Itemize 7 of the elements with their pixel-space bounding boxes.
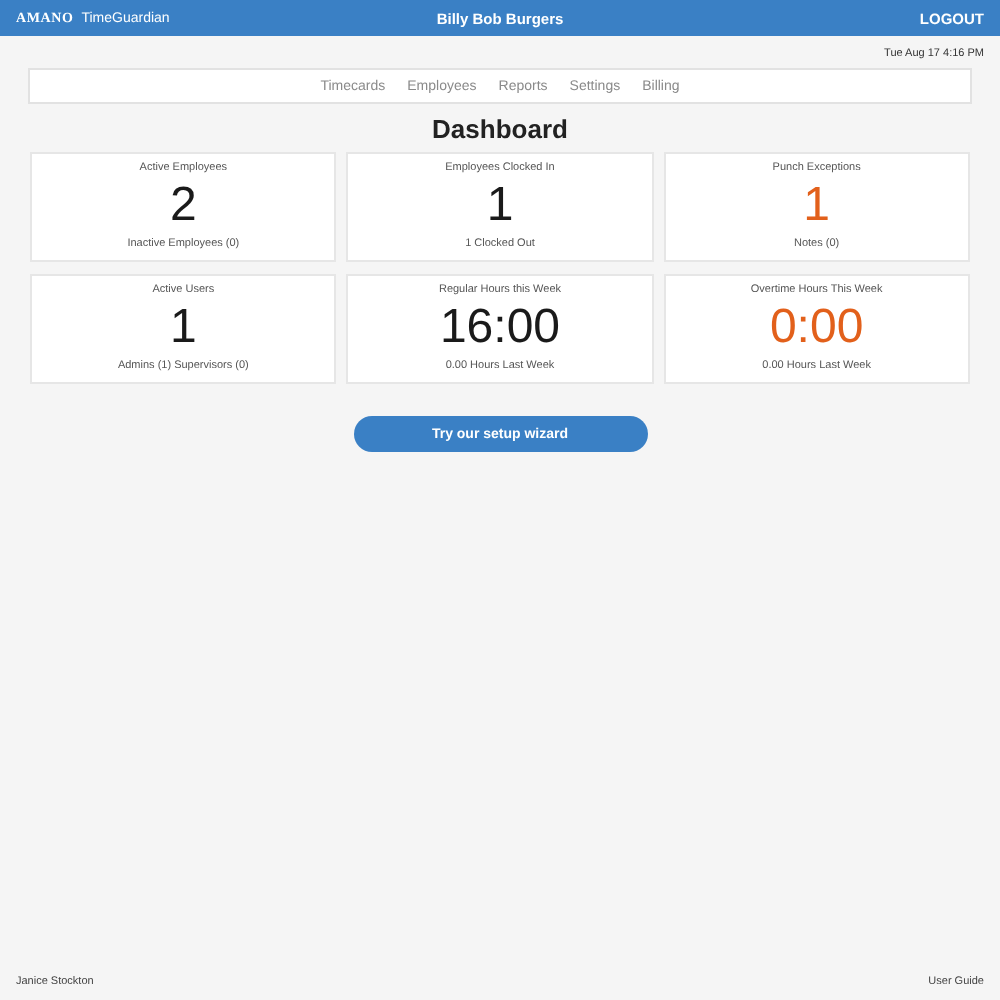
stat-value: 1 <box>803 182 830 230</box>
page-title: Dashboard <box>430 114 570 144</box>
stat-value: 1 <box>486 182 514 230</box>
stat-value: 1 <box>169 304 197 352</box>
stat-value: 2 <box>169 182 197 230</box>
stat-value: 0:00 <box>769 304 864 352</box>
stat-value: 16:00 <box>439 304 561 352</box>
